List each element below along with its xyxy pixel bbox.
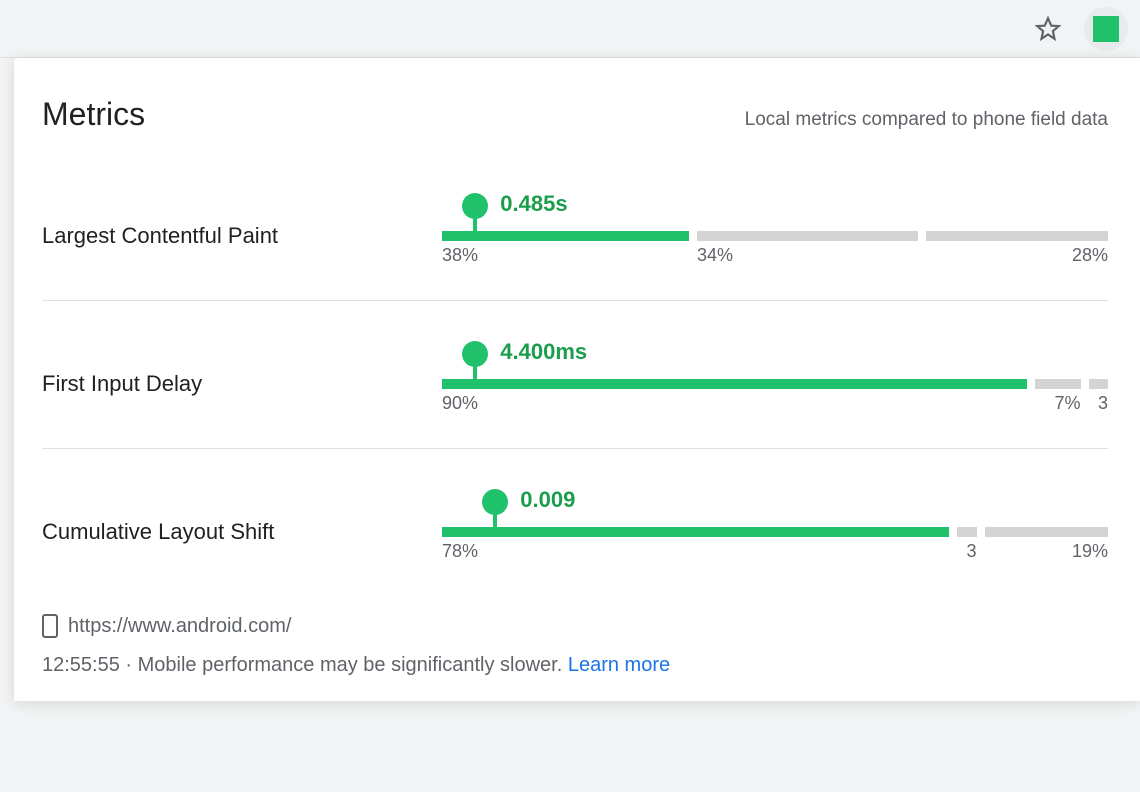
- popup-subtitle: Local metrics compared to phone field da…: [745, 109, 1108, 131]
- local-value: 0.485s: [500, 191, 567, 217]
- star-icon: [1035, 16, 1061, 42]
- metric-name: First Input Delay: [42, 341, 442, 397]
- distribution-labels: 78% 3 19%: [442, 541, 1108, 562]
- distribution-bar: [442, 527, 1108, 537]
- metric-name: Largest Contentful Paint: [42, 193, 442, 249]
- segment-good: [442, 527, 949, 537]
- performance-note: Mobile performance may be significantly …: [138, 654, 563, 676]
- popup-title: Metrics: [42, 96, 145, 133]
- phone-icon: [42, 614, 58, 638]
- segment-label: 3: [1089, 393, 1108, 414]
- web-vitals-popup: Metrics Local metrics compared to phone …: [14, 58, 1140, 701]
- learn-more-link[interactable]: Learn more: [568, 654, 670, 676]
- segment-poor: [985, 527, 1109, 537]
- metric-chart: 0.485s 38% 34% 28%: [442, 193, 1108, 266]
- segment-label: 38%: [442, 245, 689, 266]
- page-url: https://www.android.com/: [68, 615, 291, 638]
- segment-label: 34%: [697, 245, 918, 266]
- segment-label: 7%: [1035, 393, 1080, 414]
- metric-row: Largest Contentful Paint 0.485s 38% 34% 28%: [42, 193, 1108, 301]
- extension-button[interactable]: [1084, 7, 1128, 51]
- distribution-labels: 38% 34% 28%: [442, 245, 1108, 266]
- segment-good: [442, 379, 1027, 389]
- segment-label: 3: [957, 541, 976, 562]
- metric-row: Cumulative Layout Shift 0.009 78% 3 19%: [42, 489, 1108, 590]
- segment-ni: [697, 231, 918, 241]
- segment-label: 19%: [985, 541, 1109, 562]
- segment-poor: [1089, 379, 1108, 389]
- local-value: 4.400ms: [500, 339, 587, 365]
- distribution-bar: [442, 379, 1108, 389]
- pin-icon: [462, 341, 488, 381]
- metric-row: First Input Delay 4.400ms 90% 7% 3: [42, 341, 1108, 449]
- metric-chart: 4.400ms 90% 7% 3: [442, 341, 1108, 414]
- bookmark-star-button[interactable]: [1028, 9, 1068, 49]
- footer-url-row: https://www.android.com/: [42, 614, 1108, 638]
- segment-ni: [957, 527, 976, 537]
- segment-label: 90%: [442, 393, 1027, 414]
- metric-name: Cumulative Layout Shift: [42, 489, 442, 545]
- pin-icon: [482, 489, 508, 529]
- popup-header: Metrics Local metrics compared to phone …: [42, 96, 1108, 133]
- local-value: 0.009: [520, 487, 575, 513]
- segment-label: 28%: [926, 245, 1108, 266]
- distribution-bar: [442, 231, 1108, 241]
- local-value-pin: 0.009: [482, 489, 508, 529]
- metric-chart: 0.009 78% 3 19%: [442, 489, 1108, 562]
- segment-poor: [926, 231, 1108, 241]
- segment-label: 78%: [442, 541, 949, 562]
- timestamp: 12:55:55: [42, 654, 120, 676]
- popup-footer: https://www.android.com/ 12:55:55 · Mobi…: [42, 614, 1108, 677]
- footer-info-row: 12:55:55 · Mobile performance may be sig…: [42, 654, 1108, 677]
- local-value-pin: 0.485s: [462, 193, 488, 233]
- distribution-labels: 90% 7% 3: [442, 393, 1108, 414]
- segment-ni: [1035, 379, 1080, 389]
- pin-icon: [462, 193, 488, 233]
- browser-toolbar: [0, 0, 1140, 58]
- local-value-pin: 4.400ms: [462, 341, 488, 381]
- extension-status-icon: [1093, 16, 1119, 42]
